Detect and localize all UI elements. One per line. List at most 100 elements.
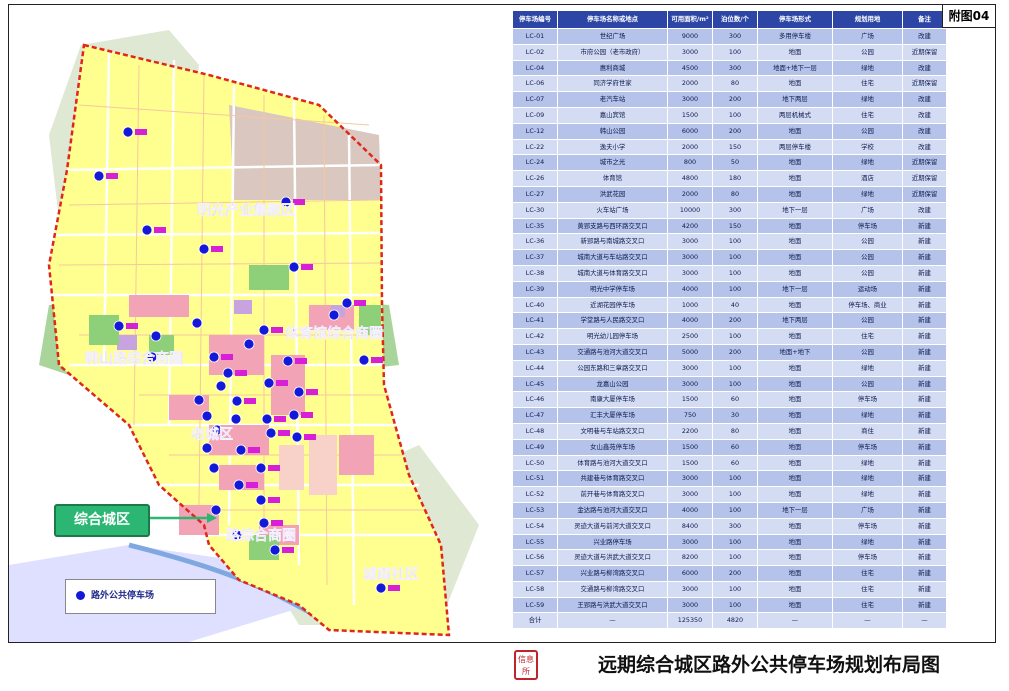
table-row: LC-42 明光幼儿园停车场 2500 100 地面 住宅 新建	[512, 328, 947, 345]
table-cell: 体育馆	[557, 170, 668, 187]
district-label-old-town: 老城区	[191, 427, 233, 443]
table-cell: 地面	[757, 375, 833, 393]
table-cell: 3000	[667, 580, 713, 598]
table-cell: 女山鑫苑停车场	[557, 438, 668, 456]
table-row: LC-51 共建巷与体育路交叉口 3000 100 地面 绿地 新建	[512, 470, 947, 488]
table-cell: 近湖花园停车场	[557, 296, 668, 314]
table-row: LC-44 公园东路和三章路交叉口 3000 100 地面 绿地 新建	[512, 359, 947, 377]
table-cell: LC-46	[512, 391, 558, 409]
table-cell: 地面	[757, 233, 833, 251]
table-row: LC-57 兴业路与柳湾路交叉口 6000 200 地面 住宅 新建	[512, 565, 947, 582]
table-cell: 1000	[667, 296, 713, 314]
table-row: LC-45 龙嘉山公园 3000 100 地面 公园 新建	[512, 375, 947, 393]
table-cell: 80	[712, 75, 758, 93]
table-cell: 3000	[667, 264, 713, 282]
table-cell: 新建	[902, 549, 947, 567]
table-cell: 住宅	[832, 565, 903, 582]
table-cell: LC-54	[512, 517, 558, 535]
table-cell: 3000	[667, 375, 713, 393]
table-cell: 地面	[757, 75, 833, 93]
table-header-cell: 停车场形式	[757, 10, 833, 29]
table-cell: LC-41	[512, 312, 558, 330]
table-cell: 住宅	[832, 75, 903, 93]
table-cell: 新建	[902, 470, 947, 488]
table-cell: LC-55	[512, 533, 558, 551]
table-cell: 停车场	[832, 217, 903, 235]
table-cell: 2000	[667, 185, 713, 203]
table-cell: 新建	[902, 596, 947, 614]
table-cell: 200	[712, 122, 758, 140]
table-cell: 停车场	[832, 549, 903, 567]
table-cell: 共建巷与体育路交叉口	[557, 470, 668, 488]
table-cell: 酒店	[832, 170, 903, 187]
table-cell: 8400	[667, 517, 713, 535]
table-cell: 10000	[667, 201, 713, 219]
table-cell: 地面	[757, 359, 833, 377]
table-cell: 4200	[667, 217, 713, 235]
table-cell: 60	[712, 438, 758, 456]
table-cell: 100	[712, 264, 758, 282]
table-cell: 100	[712, 549, 758, 567]
table-cell: 2500	[667, 328, 713, 345]
table-cell: 公园	[832, 122, 903, 140]
table-cell: 地面	[757, 486, 833, 503]
table-cell: 逸夫小学	[557, 138, 668, 156]
table-cell: LC-24	[512, 154, 558, 172]
table-cell: 市府公园（老市政府）	[557, 43, 668, 61]
table-cell: 100	[712, 249, 758, 266]
table-cell: 1500	[667, 438, 713, 456]
table-row: LC-30 火车站广场 10000 300 地下一层 广场 改建	[512, 201, 947, 219]
table-cell: 4800	[667, 170, 713, 187]
table-cell: LC-59	[512, 596, 558, 614]
table-cell: 学校	[832, 138, 903, 156]
table-cell: 前开巷与体育路交叉口	[557, 486, 668, 503]
table-cell: 公园	[832, 375, 903, 393]
table-row: LC-07 老汽车站 3000 200 地下两层 绿地 改建	[512, 91, 947, 108]
table-cell: 新建	[902, 517, 947, 535]
table-cell: LC-53	[512, 501, 558, 519]
table-cell: LC-37	[512, 249, 558, 266]
table-cell: 3000	[667, 43, 713, 61]
table-cell: 新建	[902, 454, 947, 472]
table-row: LC-54 灵迹大道与前河大道交叉口 8400 300 地面 停车场 新建	[512, 517, 947, 535]
table-cell: 新建	[902, 486, 947, 503]
planning-map[interactable]	[9, 5, 514, 642]
table-cell: 广场	[832, 501, 903, 519]
table-cell: 新建	[902, 501, 947, 519]
table-cell: 金达路与池河大道交叉口	[557, 501, 668, 519]
table-cell: LC-36	[512, 233, 558, 251]
table-cell: 体育路与池河大道交叉口	[557, 454, 668, 472]
legend-label: 路外公共停车场	[91, 591, 155, 601]
table-cell: 新建	[902, 249, 947, 266]
table-row: 合计 —125350 4820— — —	[512, 612, 947, 630]
table-cell: 两层停车楼	[757, 138, 833, 156]
page-title: 远期综合城区路外公共停车场规划布局图	[598, 654, 941, 676]
table-cell: 地下两层	[757, 91, 833, 108]
table-cell: 公园	[832, 233, 903, 251]
table-cell: LC-30	[512, 201, 558, 219]
table-row: LC-43 交通路与池河大道交叉口 5000 200 地面+地下 公园 新建	[512, 343, 947, 361]
table-cell: LC-51	[512, 470, 558, 488]
table-cell: LC-39	[512, 280, 558, 298]
table-cell: 1500	[667, 391, 713, 409]
table-cell: 新建	[902, 280, 947, 298]
table-cell: 800	[667, 154, 713, 172]
table-cell: 100	[712, 233, 758, 251]
table-cell: 100	[712, 596, 758, 614]
table-cell: 地面	[757, 185, 833, 203]
table-cell: —	[902, 612, 947, 630]
table-cell: 明光幼儿园停车场	[557, 328, 668, 345]
table-cell: 地面	[757, 470, 833, 488]
table-cell: 新建	[902, 565, 947, 582]
table-cell: 地面	[757, 249, 833, 266]
table-cell: 火车站广场	[557, 201, 668, 219]
table-cell: LC-43	[512, 343, 558, 361]
table-cell: 兴业路停车场	[557, 533, 668, 551]
table-cell: 老汽车站	[557, 91, 668, 108]
table-cell: 2000	[667, 75, 713, 93]
table-cell: 广场	[832, 201, 903, 219]
table-cell: 改建	[902, 122, 947, 140]
table-row: LC-46 南康大厦停车场 1500 60 地面 停车场 新建	[512, 391, 947, 409]
table-row: LC-06 同济学府世家 2000 80 地面 住宅 近期保留	[512, 75, 947, 93]
map-frame: 明光产业集聚区 体育馆综合商圈 韩山路综合商圈 老城区 路综合商圈 城南社区 综…	[8, 4, 996, 643]
